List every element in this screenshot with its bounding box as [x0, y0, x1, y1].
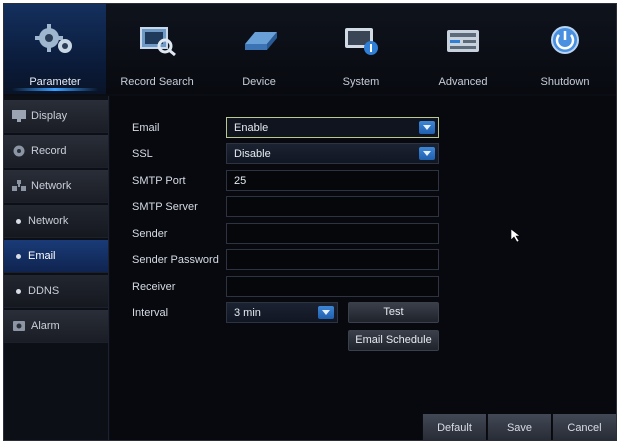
receiver-input[interactable]	[226, 276, 439, 297]
bullet-icon	[16, 289, 21, 294]
smtp-server-row: SMTP Server	[110, 196, 616, 218]
record-search-icon	[140, 27, 176, 57]
top-menu: Parameter Record Search Device System Ad…	[4, 4, 616, 94]
tab-record-search[interactable]: Record Search	[106, 4, 208, 94]
gears-icon	[35, 24, 72, 53]
interval-label: Interval	[132, 307, 169, 319]
email-select[interactable]: Enable	[226, 117, 439, 138]
tab-system[interactable]: System	[310, 4, 412, 94]
tab-parameter[interactable]: Parameter	[4, 4, 106, 94]
ssl-select[interactable]: Disable	[226, 143, 439, 164]
tab-advanced[interactable]: Advanced	[412, 4, 514, 94]
sidebar-item-label: Email	[28, 250, 56, 262]
tab-label: Device	[242, 76, 276, 88]
sender-password-label: Sender Password	[132, 254, 219, 266]
interval-row: Interval 3 min Test	[110, 302, 616, 324]
sidebar-item-label: DDNS	[28, 285, 60, 297]
smtp-server-label: SMTP Server	[132, 201, 198, 213]
sidebar-item-display[interactable]: Display	[4, 100, 108, 133]
sidebar-item-label: Display	[31, 110, 68, 122]
tab-label: Advanced	[438, 76, 488, 88]
display-icon	[12, 110, 26, 122]
chevron-down-icon[interactable]	[318, 306, 334, 319]
record-icon	[13, 145, 25, 157]
tab-label: Shutdown	[540, 76, 590, 88]
sidebar-item-alarm[interactable]: Alarm	[4, 310, 108, 343]
email-schedule-button[interactable]: Email Schedule	[348, 330, 439, 351]
alarm-icon	[13, 321, 25, 331]
advanced-icon	[447, 30, 479, 52]
sidebar-item-label: Network	[28, 215, 69, 227]
ssl-label: SSL	[132, 148, 153, 160]
sidebar-item-record[interactable]: Record	[4, 135, 108, 168]
network-icon	[12, 180, 26, 191]
ssl-row: SSL Disable	[110, 143, 616, 165]
interval-select[interactable]: 3 min	[226, 302, 338, 323]
cancel-button[interactable]: Cancel	[552, 414, 616, 440]
mouse-cursor-icon	[511, 229, 521, 243]
power-icon	[551, 26, 579, 54]
save-button[interactable]: Save	[487, 414, 551, 440]
sender-input[interactable]	[226, 223, 439, 244]
smtp-port-row: SMTP Port	[110, 170, 616, 192]
sidebar-item-label: Network	[31, 180, 72, 192]
bullet-icon	[16, 219, 21, 224]
tab-label: Record Search	[120, 76, 194, 88]
tab-shutdown[interactable]: Shutdown	[514, 4, 616, 94]
sender-row: Sender	[110, 223, 616, 245]
sidebar-subitem-network[interactable]: Network	[4, 205, 108, 238]
sidebar: Display Record Network Network Email DDN…	[4, 96, 109, 440]
sidebar-item-network[interactable]: Network	[4, 170, 108, 203]
bullet-icon	[16, 254, 21, 259]
tab-label: System	[342, 76, 380, 88]
sidebar-subitem-email[interactable]: Email	[4, 240, 108, 273]
smtp-port-input[interactable]	[226, 170, 439, 191]
dvr-window: Parameter Record Search Device System Ad…	[3, 3, 617, 441]
test-button[interactable]: Test	[348, 302, 439, 323]
sender-label: Sender	[132, 228, 168, 240]
smtp-server-input[interactable]	[226, 196, 439, 217]
sidebar-item-label: Alarm	[31, 320, 60, 332]
tab-label: Parameter	[29, 76, 81, 88]
hard-drive-icon	[245, 32, 277, 50]
action-bar: Default Save Cancel	[422, 414, 616, 440]
ssl-select-value: Disable	[234, 148, 271, 160]
sidebar-subitem-ddns[interactable]: DDNS	[4, 275, 108, 308]
receiver-label: Receiver	[132, 281, 176, 293]
interval-select-value: 3 min	[234, 307, 261, 319]
email-row: Email Enable	[110, 117, 616, 139]
smtp-port-label: SMTP Port	[132, 175, 186, 187]
default-button[interactable]: Default	[422, 414, 486, 440]
sender-password-input[interactable]	[226, 249, 439, 270]
sender-password-row: Sender Password	[110, 249, 616, 271]
email-select-value: Enable	[234, 122, 269, 134]
sidebar-item-label: Record	[31, 145, 67, 157]
chevron-down-icon[interactable]	[419, 147, 435, 160]
receiver-row: Receiver	[110, 276, 616, 298]
system-icon	[345, 28, 378, 55]
chevron-down-icon[interactable]	[419, 121, 435, 134]
email-settings-panel: Email Enable SSL Disable SMTP Port SMTP …	[110, 96, 616, 440]
email-label: Email	[132, 122, 160, 134]
tab-device[interactable]: Device	[208, 4, 310, 94]
